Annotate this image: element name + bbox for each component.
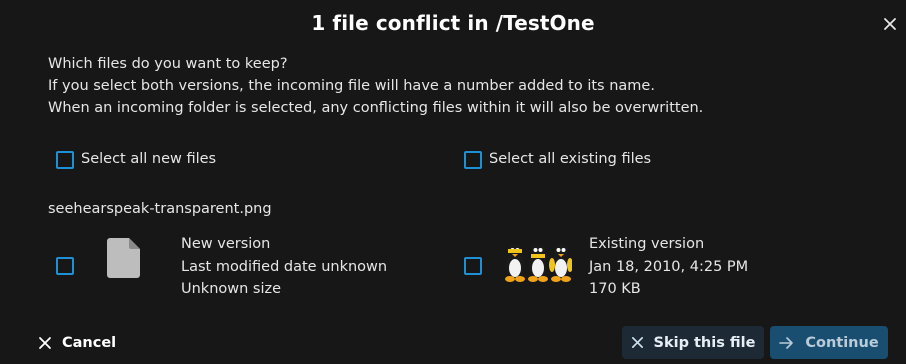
existing-version-checkbox[interactable] xyxy=(464,257,482,275)
select-all-new-label[interactable]: Select all new files xyxy=(81,151,216,167)
existing-version-size: 170 KB xyxy=(589,281,641,297)
close-icon xyxy=(631,337,643,348)
new-version-info: New version Last modified date unknown U… xyxy=(181,233,387,301)
intro-line: If you select both versions, the incomin… xyxy=(48,78,655,94)
existing-version-info: Existing version Jan 18, 2010, 4:25 PM 1… xyxy=(589,233,748,301)
continue-button[interactable]: Continue xyxy=(770,326,888,359)
intro-line: Which files do you want to keep? xyxy=(48,56,288,72)
cancel-button[interactable]: Cancel xyxy=(30,326,124,360)
new-version-checkbox[interactable] xyxy=(56,257,74,275)
existing-version-heading: Existing version xyxy=(589,236,705,252)
conflict-filename: seehearspeak-transparent.png xyxy=(48,201,272,217)
arrow-right-icon xyxy=(779,336,794,349)
new-version-heading: New version xyxy=(181,236,271,252)
new-version-date: Last modified date unknown xyxy=(181,258,388,275)
select-all-new-checkbox[interactable] xyxy=(56,151,74,169)
dialog-title: 1 file conflict in /TestOne xyxy=(311,11,595,35)
close-icon xyxy=(39,337,51,349)
continue-button-label: Continue xyxy=(805,334,879,351)
existing-file-thumbnail xyxy=(504,243,573,283)
existing-version-date: Jan 18, 2010, 4:25 PM xyxy=(589,258,749,275)
file-conflict-dialog: 1 file conflict in /TestOne Which files … xyxy=(0,0,906,364)
select-all-existing-checkbox[interactable] xyxy=(464,151,482,169)
skip-button-label: Skip this file xyxy=(653,334,756,351)
intro-line: When an incoming folder is selected, any… xyxy=(48,100,704,116)
cancel-button-label: Cancel xyxy=(62,335,117,351)
dialog-description: Which files do you want to keep? If you … xyxy=(48,53,703,119)
select-all-existing-label[interactable]: Select all existing files xyxy=(489,151,651,167)
skip-file-button[interactable]: Skip this file xyxy=(622,326,764,359)
new-version-size: Unknown size xyxy=(181,281,282,297)
file-icon xyxy=(107,238,140,278)
close-icon[interactable] xyxy=(879,13,901,35)
